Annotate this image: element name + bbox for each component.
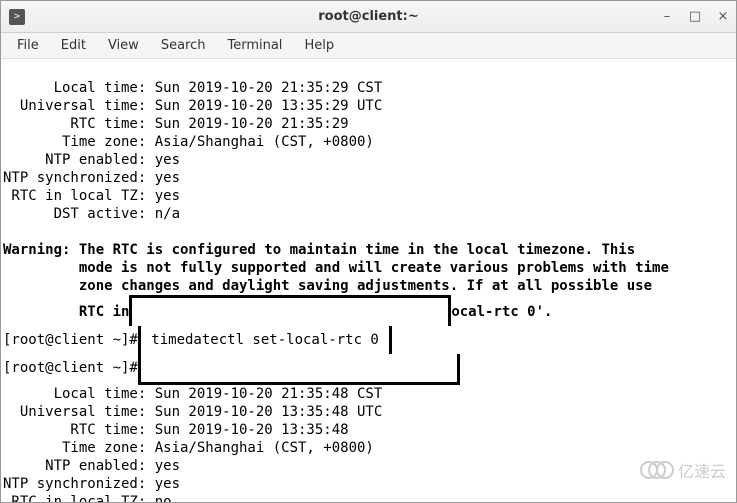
menu-edit[interactable]: Edit	[51, 35, 96, 56]
warning-line: Warning: The RTC is configured to mainta…	[3, 242, 635, 258]
output-line: RTC in local TZ: yes	[3, 188, 180, 204]
window-title: root@client:~	[1, 9, 736, 24]
output-line: RTC in local TZ: no	[3, 494, 172, 502]
menu-help[interactable]: Help	[294, 35, 344, 56]
warning-line: RTC in	[3, 304, 129, 320]
close-button[interactable]: ×	[716, 10, 730, 24]
output-line: NTP enabled: yes	[3, 458, 180, 474]
output-line: Universal time: Sun 2019-10-20 13:35:48 …	[3, 404, 382, 420]
redaction-box-bottom	[138, 354, 460, 385]
redaction-box-top	[129, 295, 451, 326]
output-line: DST active: n/a	[3, 206, 180, 222]
minimize-button[interactable]: –	[660, 10, 674, 24]
menu-search[interactable]: Search	[151, 35, 216, 56]
terminal-app-icon	[9, 9, 25, 25]
output-line: NTP synchronized: yes	[3, 476, 180, 492]
output-line: Local time: Sun 2019-10-20 21:35:48 CST	[3, 386, 382, 402]
output-line: RTC time: Sun 2019-10-20 13:35:48	[3, 422, 349, 438]
window-controls: – □ ×	[660, 10, 730, 24]
output-line: Universal time: Sun 2019-10-20 13:35:29 …	[3, 98, 382, 114]
window-titlebar: root@client:~ – □ ×	[1, 1, 736, 33]
highlighted-command: timedatectl set-local-rtc 0	[138, 326, 392, 354]
menu-view[interactable]: View	[98, 35, 149, 56]
output-line: Time zone: Asia/Shanghai (CST, +0800)	[3, 134, 374, 150]
output-line: NTP synchronized: yes	[3, 170, 180, 186]
menu-terminal[interactable]: Terminal	[217, 35, 292, 56]
terminal-output[interactable]: Local time: Sun 2019-10-20 21:35:29 CST …	[1, 59, 736, 502]
warning-line: zone changes and daylight saving adjustm…	[3, 278, 652, 294]
warning-line: mode is not fully supported and will cre…	[3, 260, 669, 276]
output-line: NTP enabled: yes	[3, 152, 180, 168]
shell-prompt: [root@client ~]#	[3, 332, 138, 348]
shell-prompt: [root@client ~]#	[3, 360, 138, 376]
output-line: RTC time: Sun 2019-10-20 21:35:29	[3, 116, 349, 132]
output-line: Local time: Sun 2019-10-20 21:35:29 CST	[3, 80, 382, 96]
menu-bar: File Edit View Search Terminal Help	[1, 33, 736, 59]
output-line: Time zone: Asia/Shanghai (CST, +0800)	[3, 440, 374, 456]
maximize-button[interactable]: □	[688, 10, 702, 24]
menu-file[interactable]: File	[7, 35, 49, 56]
warning-line-tail: ocal-rtc 0'.	[451, 304, 552, 320]
